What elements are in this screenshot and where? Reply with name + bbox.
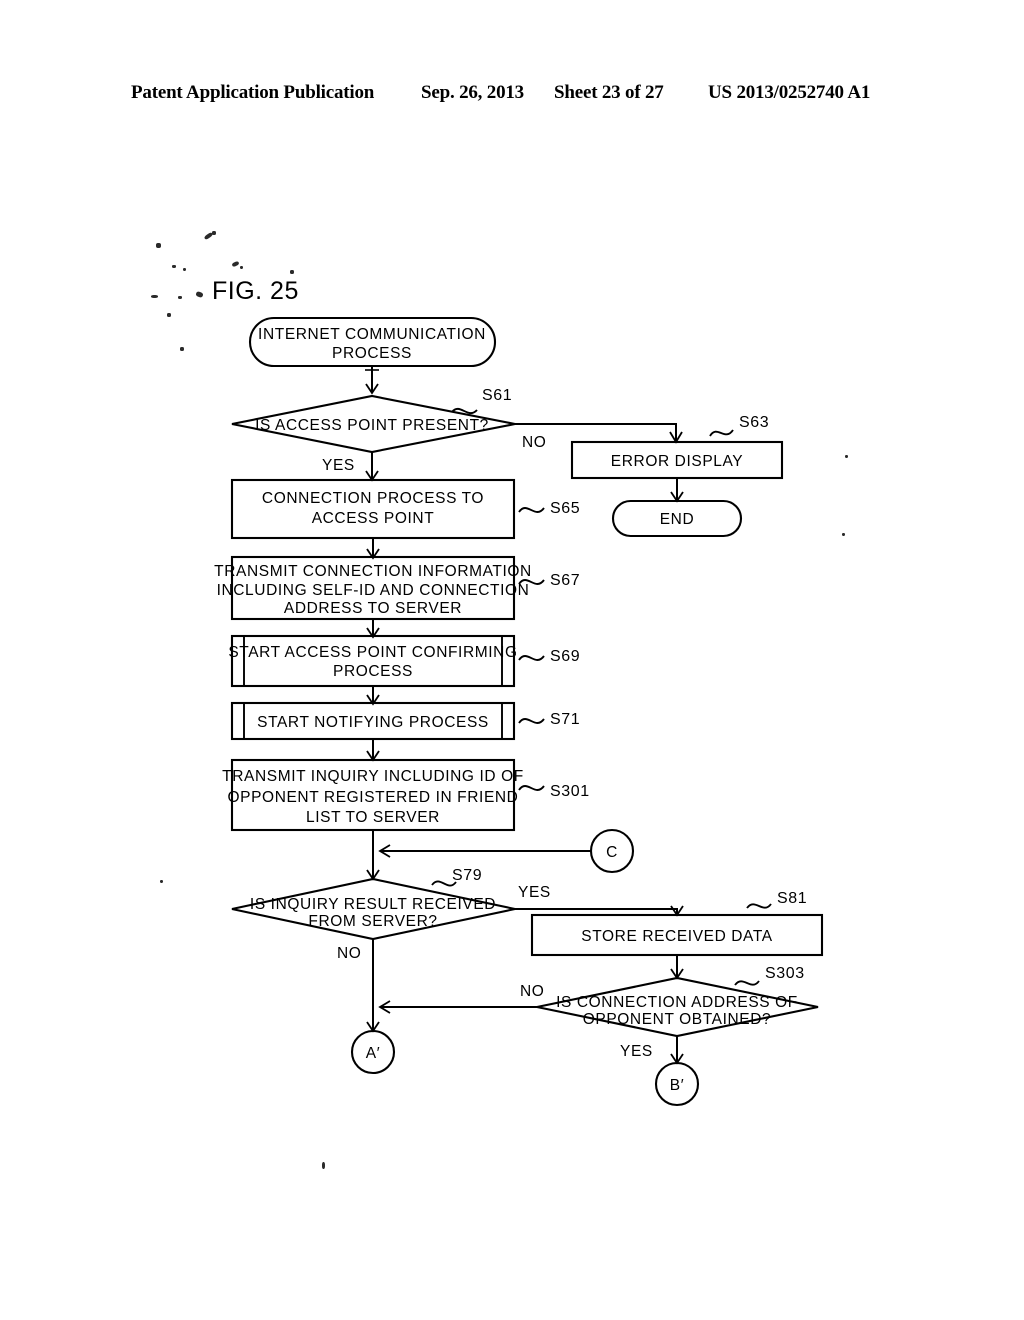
decision-s303-line1: IS CONNECTION ADDRESS OF: [556, 994, 798, 1011]
step-number-s65: S65: [550, 500, 580, 517]
process-s65: CONNECTION PROCESS TO ACCESS POINT S65: [230, 478, 580, 540]
edge-start-to-s61: [365, 366, 379, 395]
end-terminal-label: END: [660, 511, 695, 528]
connector-a-prime-label: A′: [366, 1045, 380, 1062]
connector-a-prime: A′: [350, 1029, 396, 1075]
process-s81: STORE RECEIVED DATA S81: [530, 890, 824, 957]
branch-label-s79-no: NO: [337, 945, 361, 962]
edge-c-to-s79: [378, 844, 591, 858]
edge-s67-to-s69: [366, 619, 380, 639]
step-number-s81: S81: [777, 890, 807, 907]
edge-s71-to-s301: [366, 739, 380, 762]
step-number-s69: S69: [550, 648, 580, 665]
step-number-s63: S63: [739, 414, 769, 431]
end-terminal: END: [611, 499, 743, 538]
decision-s79-line1: IS INQUIRY RESULT RECEIVED: [250, 896, 496, 913]
connector-b-prime-label: B′: [670, 1077, 684, 1094]
connector-c: C: [589, 828, 635, 874]
branch-label-s79-yes: YES: [518, 884, 551, 901]
process-s67-line1: TRANSMIT CONNECTION INFORMATION: [214, 563, 532, 580]
process-s301-line2: OPPONENT REGISTERED IN FRIEND: [228, 789, 519, 806]
step-number-s61: S61: [482, 387, 512, 404]
process-s81-label: STORE RECEIVED DATA: [581, 928, 772, 945]
edge-s61-yes-to-s65: YES: [322, 452, 379, 482]
decision-s61-label: IS ACCESS POINT PRESENT?: [255, 417, 489, 434]
edge-s303-no-to-a-prime: NO: [378, 983, 544, 1014]
process-s301-line3: LIST TO SERVER: [306, 809, 440, 826]
predefined-process-s71: START NOTIFYING PROCESS S71: [230, 701, 580, 741]
step-number-s71: S71: [550, 711, 580, 728]
start-terminal-line1: INTERNET COMMUNICATION: [258, 326, 486, 343]
edge-s81-to-s303: [670, 955, 684, 980]
edge-s61-no-to-s63: NO: [515, 423, 683, 451]
process-s65-line1: CONNECTION PROCESS TO: [262, 490, 484, 507]
edge-s79-yes-to-s81: YES: [515, 884, 684, 917]
process-s67-line2: INCLUDING SELF-ID AND CONNECTION: [217, 582, 530, 599]
step-number-s303: S303: [765, 965, 805, 982]
edge-s79-no-to-a-prime: NO: [337, 939, 380, 1033]
edge-s301-to-s79: [366, 830, 380, 881]
figure-label: FIG. 25: [212, 277, 299, 305]
flowchart-diagram: INTERNET COMMUNICATION PROCESS IS ACCESS…: [214, 316, 824, 1107]
step-number-s301: S301: [550, 783, 590, 800]
process-s67: TRANSMIT CONNECTION INFORMATION INCLUDIN…: [214, 555, 580, 621]
decision-s61: IS ACCESS POINT PRESENT? S61: [231, 387, 516, 454]
edge-s63-to-end: [670, 478, 684, 503]
step-number-s67: S67: [550, 572, 580, 589]
process-s67-line3: ADDRESS TO SERVER: [284, 600, 462, 617]
branch-label-s61-no: NO: [522, 434, 546, 451]
start-terminal-line2: PROCESS: [332, 345, 412, 362]
predefined-process-s71-label: START NOTIFYING PROCESS: [257, 714, 489, 731]
branch-label-s61-yes: YES: [322, 457, 355, 474]
branch-label-s303-yes: YES: [620, 1043, 653, 1060]
step-number-s79: S79: [452, 867, 482, 884]
connector-c-label: C: [606, 844, 618, 861]
process-s301-line1: TRANSMIT INQUIRY INCLUDING ID OF: [222, 768, 524, 785]
predefined-process-s69-line2: PROCESS: [333, 663, 413, 680]
decision-s303-line2: OPPONENT OBTAINED?: [583, 1011, 772, 1028]
process-s301: TRANSMIT INQUIRY INCLUDING ID OF OPPONEN…: [222, 758, 590, 832]
edge-s69-to-s71: [366, 686, 380, 706]
process-s65-line2: ACCESS POINT: [312, 510, 435, 527]
connector-b-prime: B′: [654, 1061, 700, 1107]
decision-s79-line2: FROM SERVER?: [308, 913, 437, 930]
branch-label-s303-no: NO: [520, 983, 544, 1000]
edge-s303-yes-to-b-prime: YES: [620, 1036, 684, 1065]
predefined-process-s69: START ACCESS POINT CONFIRMING PROCESS S6…: [228, 634, 580, 688]
process-s63-label: ERROR DISPLAY: [611, 453, 743, 470]
edge-s65-to-s67: [366, 538, 380, 560]
start-terminal: INTERNET COMMUNICATION PROCESS: [248, 316, 497, 368]
predefined-process-s69-line1: START ACCESS POINT CONFIRMING: [228, 644, 517, 661]
